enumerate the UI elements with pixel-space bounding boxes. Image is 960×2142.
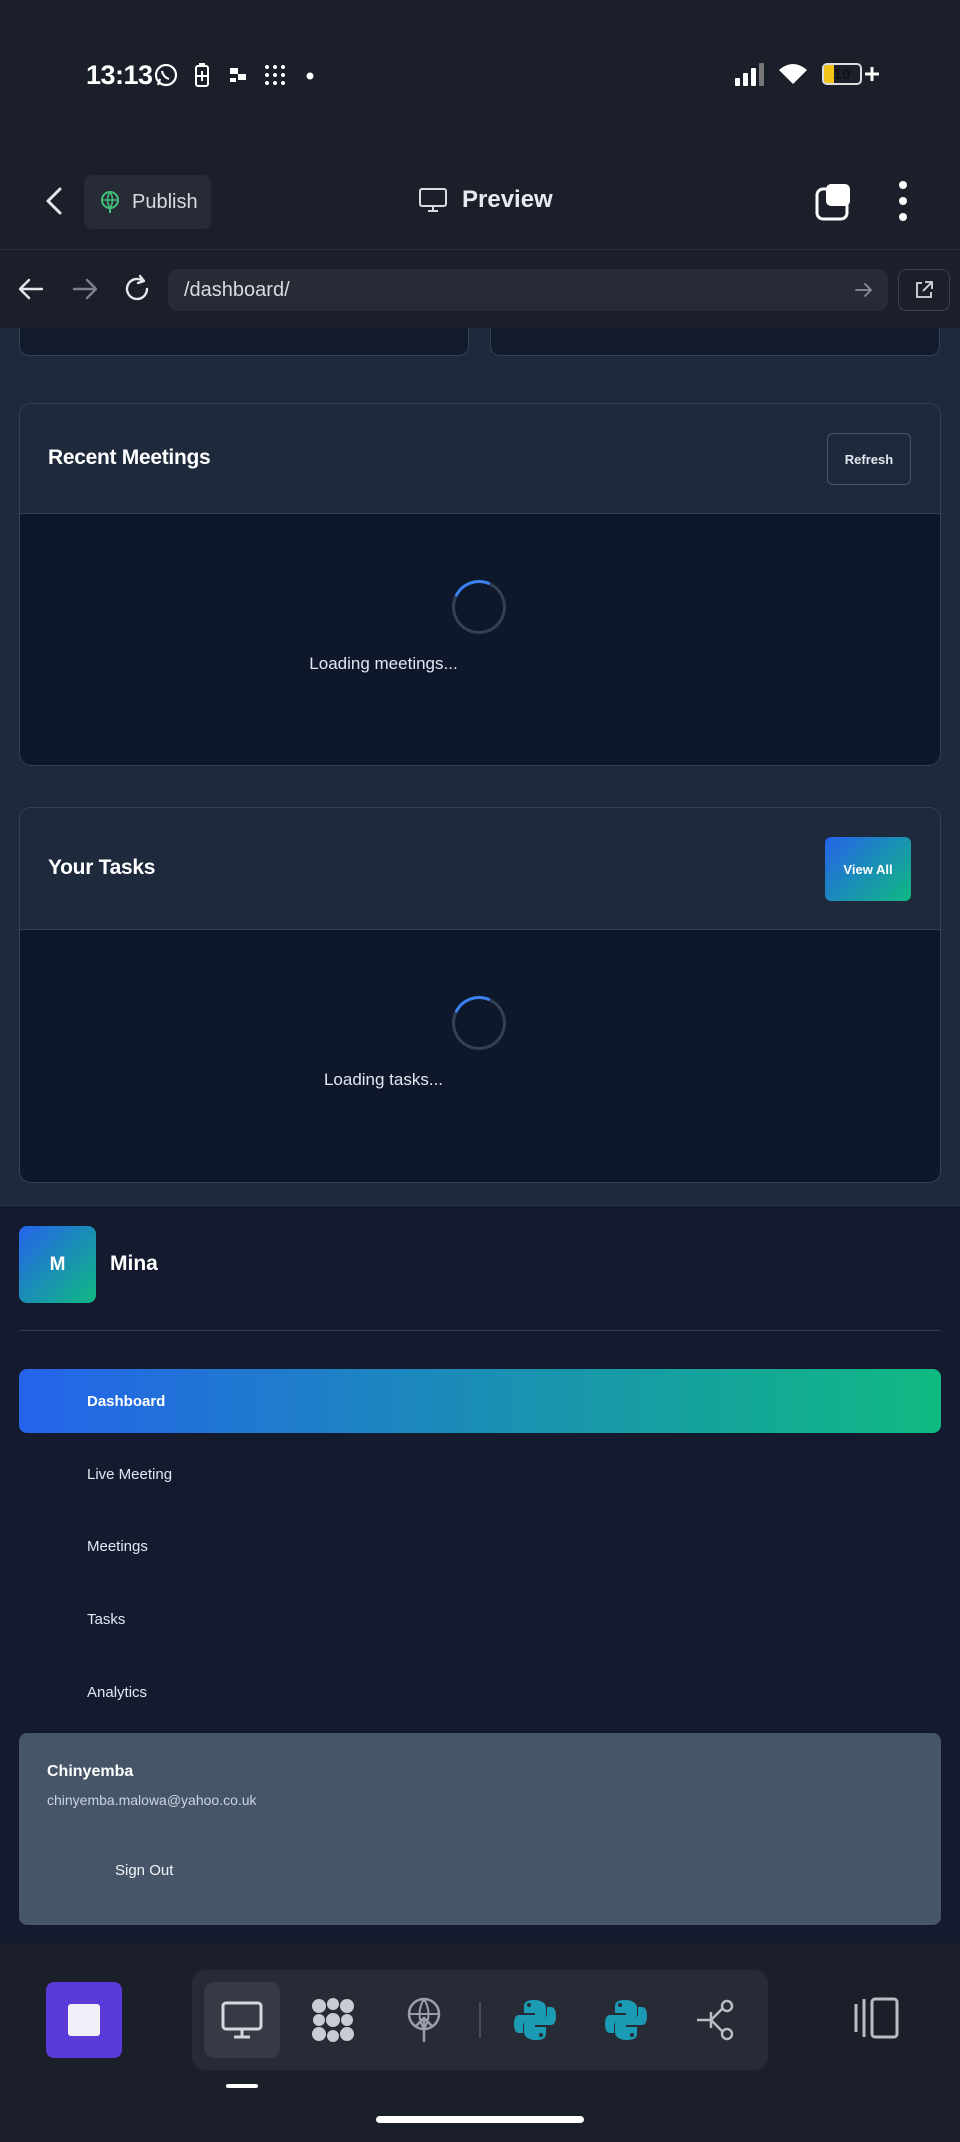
stop-icon [68, 2004, 100, 2036]
signal-icon [735, 63, 764, 86]
loading-spinner [444, 988, 514, 1058]
charging-plus-icon [865, 67, 879, 81]
panel-header: Your Tasks View All [20, 808, 940, 930]
stop-button[interactable] [46, 1982, 122, 2058]
more-options-icon[interactable] [893, 180, 913, 222]
preview-tool-button[interactable] [204, 1982, 280, 2058]
url-input[interactable]: /dashboard/ [168, 269, 888, 311]
url-text: /dashboard/ [184, 278, 290, 301]
user-name: Chinyemba [47, 1763, 134, 1780]
user-card: Chinyemba chinyemba.malowa@yahoo.co.uk S… [19, 1733, 941, 1925]
dashboard-content: Recent Meetings Refresh Loading meetings… [0, 328, 960, 1205]
sidebar-item-analytics[interactable]: Analytics [19, 1660, 941, 1724]
sign-out-button[interactable]: Sign Out [115, 1862, 173, 1879]
monitor-icon [419, 188, 447, 212]
sidebar-item-dashboard[interactable]: Dashboard [19, 1369, 941, 1433]
brand-logo[interactable]: M [19, 1226, 96, 1303]
app-header: Publish Preview [0, 150, 960, 250]
stat-card [19, 328, 469, 356]
back-arrow-icon[interactable] [40, 186, 70, 216]
status-bar: 13:13 10 [0, 0, 960, 150]
python-icon [514, 2000, 556, 2040]
workspace-icon [312, 1998, 354, 2042]
active-tool-indicator [226, 2084, 258, 2088]
publish-label: Publish [132, 190, 198, 213]
user-email: chinyemba.malowa@yahoo.co.uk [47, 1792, 257, 1808]
loading-spinner [444, 572, 514, 642]
publish-button[interactable]: Publish [84, 175, 211, 229]
python-tool-button-2[interactable] [588, 1982, 664, 2058]
panel-header: Recent Meetings Refresh [20, 404, 940, 514]
battery-saver-icon [195, 63, 209, 87]
workflow-tool-button[interactable] [679, 1982, 755, 2058]
preview-title[interactable]: Preview [418, 186, 553, 214]
refresh-button[interactable]: Refresh [827, 433, 911, 485]
grid-dots-icon [265, 65, 285, 85]
sidebar-item-meetings[interactable]: Meetings [19, 1514, 941, 1578]
whatsapp-icon [154, 63, 178, 87]
browser-forward-icon[interactable] [70, 274, 100, 304]
tasks-title: Your Tasks [48, 856, 156, 879]
browser-back-icon[interactable] [16, 274, 46, 304]
status-time: 13:13 [86, 60, 153, 90]
recent-meetings-panel: Recent Meetings Refresh Loading meetings… [19, 403, 941, 766]
preview-label: Preview [462, 186, 553, 213]
tool-group [192, 1970, 768, 2070]
app-icon [230, 68, 246, 82]
python-tool-button[interactable] [497, 1982, 573, 2058]
workspace-tool-button[interactable] [295, 1982, 371, 2058]
brand-name: Mina [110, 1252, 158, 1275]
loading-tasks-text: Loading tasks... [323, 1070, 444, 1089]
battery-level: 10 [833, 65, 851, 83]
stat-card [490, 328, 940, 356]
sidebar: M Mina Dashboard Live Meeting Meetings T… [0, 1205, 960, 1943]
external-link-icon [916, 281, 933, 298]
loading-meetings-text: Loading meetings... [309, 654, 458, 673]
reload-icon[interactable] [122, 274, 152, 304]
monitor-icon [221, 2001, 263, 2039]
wifi-icon [779, 64, 807, 84]
deploy-tool-button[interactable] [386, 1982, 462, 2058]
view-all-button[interactable]: View All [825, 837, 911, 901]
toolbar-separator [479, 2002, 481, 2038]
open-external-button[interactable] [898, 269, 950, 311]
home-indicator[interactable] [376, 2116, 584, 2123]
tabs-icon[interactable] [814, 182, 854, 222]
recent-meetings-title: Recent Meetings [48, 446, 211, 469]
browser-bar: /dashboard/ [0, 250, 960, 328]
dot-icon [306, 72, 314, 80]
battery-icon: 10 [822, 63, 862, 85]
deploy-globe-icon [407, 1997, 441, 2042]
sidebar-item-live-meeting[interactable]: Live Meeting [19, 1442, 941, 1506]
panel-toggle-icon[interactable] [852, 1996, 900, 2040]
python-icon [605, 2000, 647, 2040]
bottom-toolbar [0, 1943, 960, 2142]
publish-globe-icon [101, 191, 119, 213]
divider [19, 1330, 941, 1331]
go-arrow-icon[interactable] [854, 280, 874, 300]
tasks-panel: Your Tasks View All Loading tasks... [19, 807, 941, 1183]
workflow-icon [697, 1999, 734, 2041]
sidebar-item-tasks[interactable]: Tasks [19, 1587, 941, 1651]
